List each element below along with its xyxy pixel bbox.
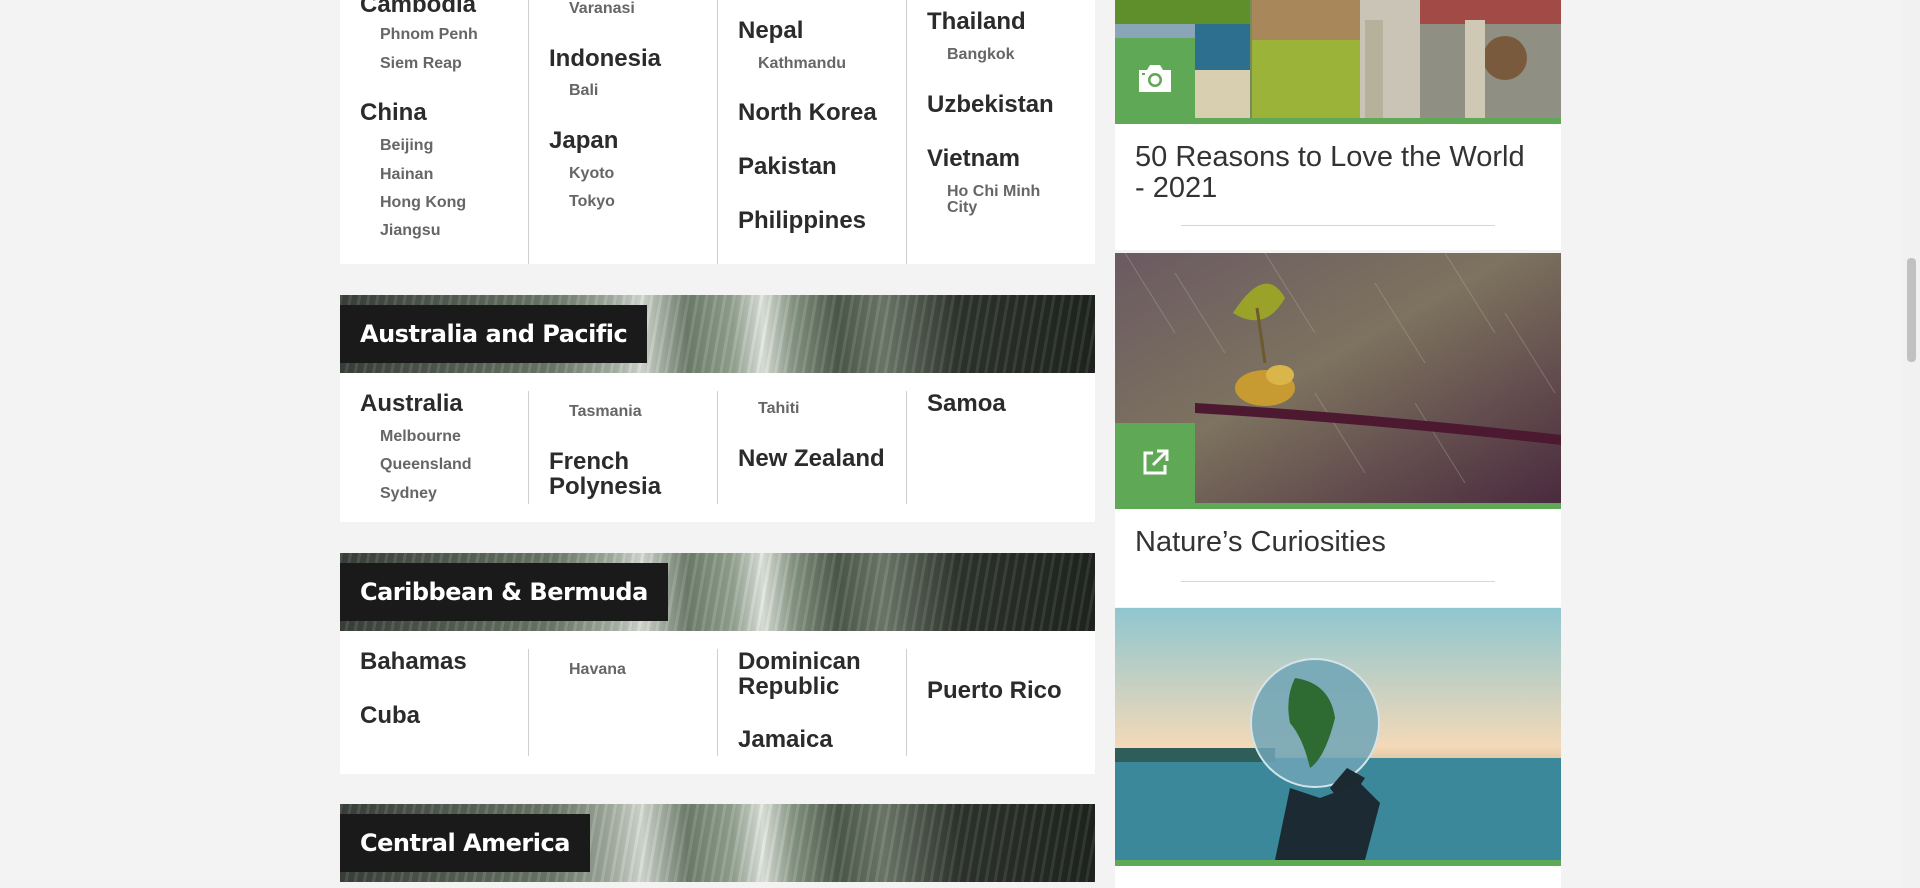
asia-col-3: Nepal Kathmandu North Korea Pakistan Phi… [718, 0, 907, 264]
external-link-icon[interactable] [1115, 423, 1195, 503]
sidebar-card-natures-curiosities[interactable]: Nature’s Curiosities [1115, 253, 1561, 607]
country-china[interactable]: China [360, 100, 520, 125]
australia-pacific-card: Australia Melbourne Queensland Sydney Ta… [340, 373, 1095, 522]
region-title-central-america[interactable]: Central America [340, 814, 590, 872]
country-new-zealand[interactable]: New Zealand [738, 446, 898, 471]
city-kathmandu[interactable]: Kathmandu [758, 56, 898, 72]
country-indonesia[interactable]: Indonesia [549, 46, 709, 71]
accent-bar [1115, 860, 1561, 866]
sidebar-title-natures-curiosities[interactable]: Nature’s Curiosities [1135, 527, 1541, 558]
country-jamaica[interactable]: Jamaica [738, 727, 898, 752]
country-dominican-republic[interactable]: Dominican Republic [738, 649, 898, 699]
country-cuba[interactable]: Cuba [360, 703, 520, 728]
city-havana[interactable]: Havana [569, 662, 709, 678]
city-hong-kong[interactable]: Hong Kong [380, 195, 520, 211]
destinations-list: Cambodia Phnom Penh Siem Reap China Beij… [340, 0, 1095, 888]
city-tokyo[interactable]: Tokyo [569, 194, 709, 210]
region-title-australia-pacific[interactable]: Australia and Pacific [340, 305, 648, 363]
cb-col-1: Bahamas Cuba [340, 649, 529, 756]
divider [1181, 225, 1495, 226]
cb-col-4: Puerto Rico [907, 649, 1095, 756]
asia-card: Cambodia Phnom Penh Siem Reap China Beij… [340, 0, 1095, 264]
city-tasmania[interactable]: Tasmania [569, 404, 709, 420]
country-australia[interactable]: Australia [360, 391, 520, 416]
city-melbourne[interactable]: Melbourne [380, 429, 520, 445]
country-philippines[interactable]: Philippines [738, 208, 898, 233]
accent-bar [1115, 118, 1561, 124]
city-phnom-penh[interactable]: Phnom Penh [380, 27, 520, 43]
ap-col-1: Australia Melbourne Queensland Sydney [340, 391, 529, 504]
cb-col-3: Dominican Republic Jamaica [718, 649, 907, 756]
cb-col-2: Havana [529, 649, 718, 756]
city-beijing[interactable]: Beijing [380, 138, 520, 154]
country-samoa[interactable]: Samoa [927, 391, 1087, 416]
country-french-polynesia[interactable]: French Polynesia [549, 449, 709, 499]
country-pakistan[interactable]: Pakistan [738, 154, 898, 179]
sidebar: 50 Reasons to Love the World - 2021 Natu… [1115, 0, 1561, 888]
page-scrollbar[interactable] [1903, 0, 1920, 888]
city-queensland[interactable]: Queensland [380, 457, 520, 473]
city-bali[interactable]: Bali [569, 83, 709, 99]
ap-col-2: Tasmania French Polynesia [529, 391, 718, 504]
city-siem-reap[interactable]: Siem Reap [380, 56, 520, 72]
globe-image[interactable] [1115, 608, 1561, 860]
country-nepal[interactable]: Nepal [738, 18, 898, 43]
scrollbar-thumb[interactable] [1907, 258, 1916, 362]
city-sydney[interactable]: Sydney [380, 486, 520, 502]
city-jiangsu[interactable]: Jiangsu [380, 223, 520, 239]
city-ho-chi-minh[interactable]: Ho Chi Minh City [947, 184, 1067, 216]
city-tahiti[interactable]: Tahiti [758, 401, 898, 417]
country-cambodia[interactable]: Cambodia [360, 0, 520, 17]
sidebar-title-50-reasons[interactable]: 50 Reasons to Love the World - 2021 [1135, 142, 1541, 204]
country-thailand[interactable]: Thailand [927, 9, 1087, 34]
ap-col-3: Tahiti New Zealand [718, 391, 907, 504]
country-vietnam[interactable]: Vietnam [927, 146, 1087, 171]
caribbean-banner: Caribbean & Bermuda [340, 553, 1095, 631]
camera-icon[interactable] [1115, 38, 1195, 118]
australia-pacific-banner: Australia and Pacific [340, 295, 1095, 373]
city-varanasi[interactable]: Varanasi [569, 1, 709, 17]
country-puerto-rico[interactable]: Puerto Rico [927, 678, 1087, 703]
divider [1181, 581, 1495, 582]
asia-col-1: Cambodia Phnom Penh Siem Reap China Beij… [340, 0, 529, 264]
ap-col-4: Samoa [907, 391, 1095, 504]
country-bahamas[interactable]: Bahamas [360, 649, 520, 674]
city-bangkok[interactable]: Bangkok [947, 47, 1087, 63]
central-america-banner: Central America [340, 804, 1095, 882]
asia-col-2: Varanasi Indonesia Bali Japan Kyoto Toky… [529, 0, 718, 264]
country-north-korea[interactable]: North Korea [738, 100, 898, 125]
asia-col-4: Thailand Bangkok Uzbekistan Vietnam Ho C… [907, 0, 1095, 264]
region-title-caribbean[interactable]: Caribbean & Bermuda [340, 563, 668, 621]
country-uzbekistan[interactable]: Uzbekistan [927, 92, 1087, 117]
country-japan[interactable]: Japan [549, 128, 709, 153]
city-hainan[interactable]: Hainan [380, 167, 520, 183]
sidebar-card-globe[interactable] [1115, 608, 1561, 888]
caribbean-card: Bahamas Cuba Havana Dominican Republic J… [340, 631, 1095, 774]
city-kyoto[interactable]: Kyoto [569, 166, 709, 182]
accent-bar [1115, 503, 1561, 509]
sidebar-card-50-reasons[interactable]: 50 Reasons to Love the World - 2021 [1115, 0, 1561, 250]
